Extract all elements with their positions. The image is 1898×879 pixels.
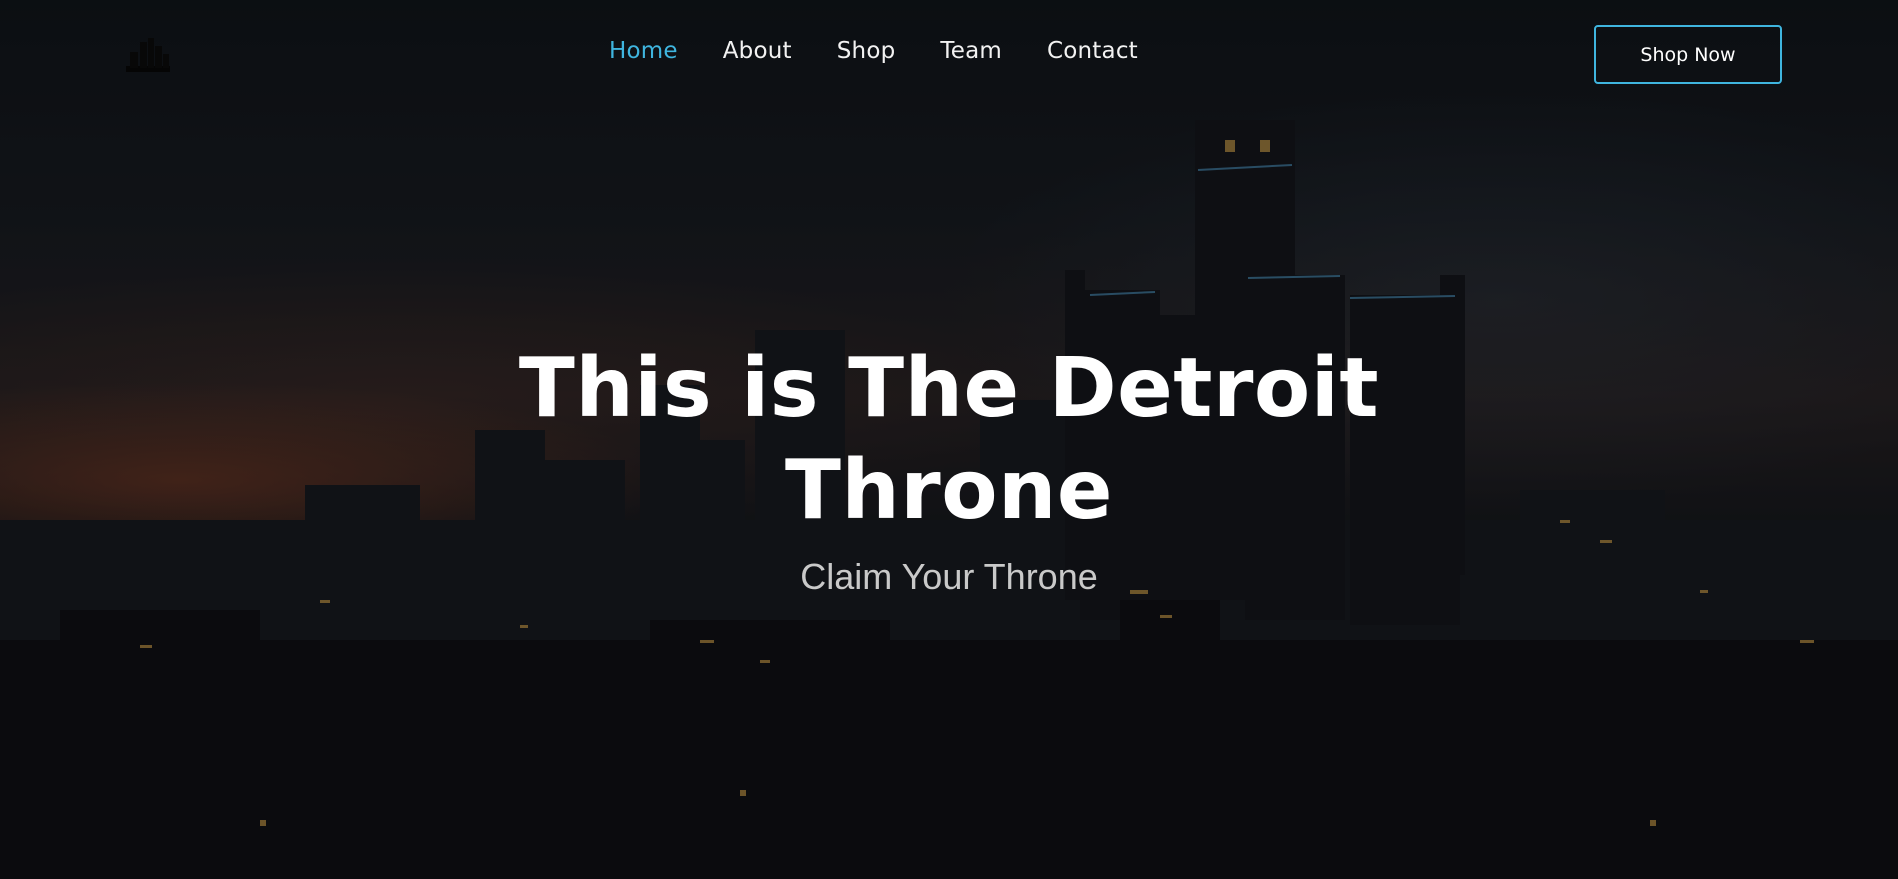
site-header: Home About Shop Team Contact Shop Now	[0, 0, 1898, 110]
hero-headline-line1: This is The Detroit	[518, 341, 1380, 436]
city-skyline-logo-icon[interactable]	[126, 36, 170, 72]
hero-subheadline: Claim Your Throne	[800, 556, 1098, 597]
nav-about-link[interactable]: About	[723, 38, 792, 64]
hero-headline-line2: Throne	[784, 443, 1114, 538]
nav-home-link[interactable]: Home	[609, 38, 678, 64]
nav-contact-link[interactable]: Contact	[1047, 38, 1138, 64]
nav-shop-link[interactable]: Shop	[837, 38, 896, 64]
shop-now-button[interactable]: Shop Now	[1594, 25, 1782, 84]
main-navigation: Home About Shop Team Contact	[609, 38, 1138, 64]
nav-team-link[interactable]: Team	[940, 38, 1002, 64]
hero-headline: This is The Detroit Throne	[449, 338, 1449, 542]
